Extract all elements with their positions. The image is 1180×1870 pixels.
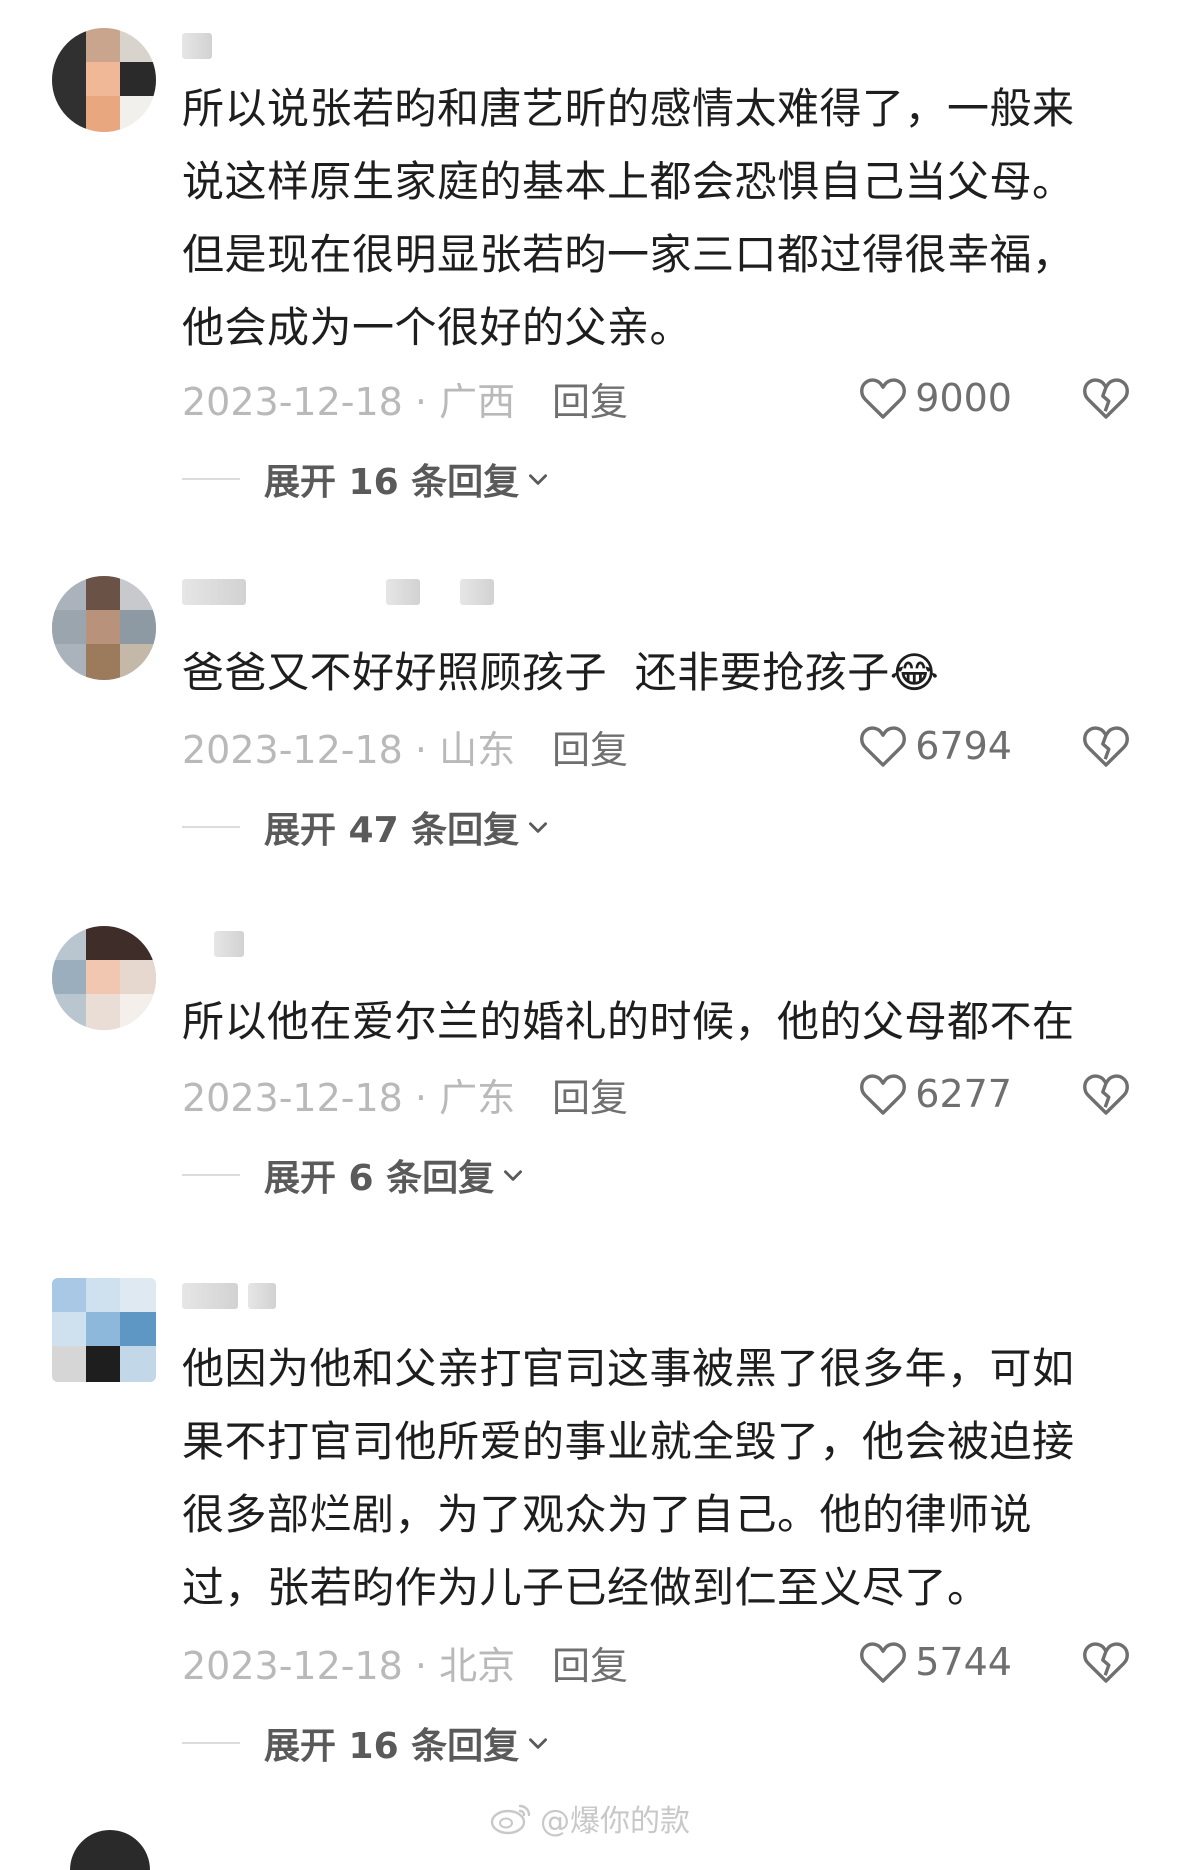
expand-replies-label: 展开 6 条回复 — [264, 1158, 495, 1199]
emoji-laugh-cry: 😂 — [889, 648, 940, 697]
divider-line — [182, 826, 240, 828]
like-button[interactable]: 6277 — [859, 1072, 1012, 1116]
comment-meta: 2023-12-18 · 山东 回复 6794 — [182, 720, 1130, 772]
expand-replies[interactable]: 展开 16 条回复 — [182, 454, 551, 504]
expand-replies-label: 展开 47 条回复 — [264, 810, 520, 851]
dislike-button[interactable] — [1082, 724, 1130, 768]
comment-text: 爸爸又不好好照顾孩子 还非要抢孩子😂 — [182, 636, 1112, 709]
comment-meta: 2023-12-18 · 北京 回复 5744 — [182, 1636, 1130, 1688]
heart-outline-icon — [860, 378, 907, 419]
like-button[interactable]: 9000 — [859, 376, 1012, 420]
divider-line — [182, 1174, 240, 1176]
avatar[interactable] — [52, 576, 156, 680]
expand-replies[interactable]: 展开 16 条回复 — [182, 1718, 551, 1768]
username-blurred[interactable] — [182, 930, 244, 958]
comment-text: 所以他在爱尔兰的婚礼的时候，他的父母都不在 — [182, 997, 1075, 1046]
chevron-down-icon — [529, 1738, 548, 1749]
like-count: 6794 — [915, 724, 1012, 768]
broken-heart-icon — [1083, 378, 1129, 419]
comment-text: 他因为他和父亲打官司这事被黑了很多年，可如果不打官司他所爱的事业就全毁了，他会被… — [182, 1344, 1075, 1612]
username-blurred[interactable] — [182, 1282, 276, 1310]
chevron-down-icon — [504, 1170, 523, 1181]
next-comment-avatar-partial — [70, 1830, 150, 1870]
date-location: 2023-12-18 · 广西 — [182, 379, 516, 424]
dislike-button[interactable] — [1082, 1640, 1130, 1684]
expand-replies-label: 展开 16 条回复 — [264, 462, 520, 503]
chevron-down-icon — [529, 474, 548, 485]
dislike-button[interactable] — [1082, 1072, 1130, 1116]
divider-line — [182, 478, 240, 480]
avatar[interactable] — [52, 28, 156, 132]
watermark-text: @爆你的款 — [540, 1804, 690, 1839]
expand-replies[interactable]: 展开 6 条回复 — [182, 1150, 526, 1200]
comment-text: 所以说张若昀和唐艺昕的感情太难得了，一般来说这样原生家庭的基本上都会恐惧自己当父… — [182, 84, 1075, 352]
date-location: 2023-12-18 · 北京 — [182, 1643, 516, 1688]
broken-heart-icon — [1083, 1642, 1129, 1683]
chevron-down-icon — [529, 822, 548, 833]
weibo-watermark: @爆你的款 — [490, 1796, 690, 1840]
dislike-button[interactable] — [1082, 376, 1130, 420]
comment-meta: 2023-12-18 · 广西 回复 9000 — [182, 372, 1130, 424]
username-blurred[interactable] — [182, 32, 212, 60]
weibo-icon — [490, 1804, 531, 1835]
heart-outline-icon — [860, 1074, 907, 1115]
reply-button[interactable]: 回复 — [552, 1635, 628, 1690]
comment-meta: 2023-12-18 · 广东 回复 6277 — [182, 1068, 1130, 1120]
comment-text-content: 爸爸又不好好照顾孩子 还非要抢孩子 — [182, 648, 890, 697]
broken-heart-icon — [1083, 1074, 1129, 1115]
like-button[interactable]: 5744 — [859, 1640, 1012, 1684]
like-count: 9000 — [915, 376, 1012, 420]
expand-replies-label: 展开 16 条回复 — [264, 1726, 520, 1767]
reply-button[interactable]: 回复 — [552, 719, 628, 774]
expand-replies[interactable]: 展开 47 条回复 — [182, 802, 551, 852]
reply-button[interactable]: 回复 — [552, 1067, 628, 1122]
reply-button[interactable]: 回复 — [552, 371, 628, 426]
avatar[interactable] — [52, 926, 156, 1030]
like-count: 6277 — [915, 1072, 1012, 1116]
broken-heart-icon — [1083, 726, 1129, 767]
like-button[interactable]: 6794 — [859, 724, 1012, 768]
heart-outline-icon — [860, 1642, 907, 1683]
like-count: 5744 — [915, 1640, 1012, 1684]
username-blurred[interactable] — [182, 578, 494, 606]
heart-outline-icon — [860, 726, 907, 767]
divider-line — [182, 1742, 240, 1744]
date-location: 2023-12-18 · 山东 — [182, 727, 516, 772]
avatar[interactable] — [52, 1278, 156, 1382]
date-location: 2023-12-18 · 广东 — [182, 1075, 516, 1120]
